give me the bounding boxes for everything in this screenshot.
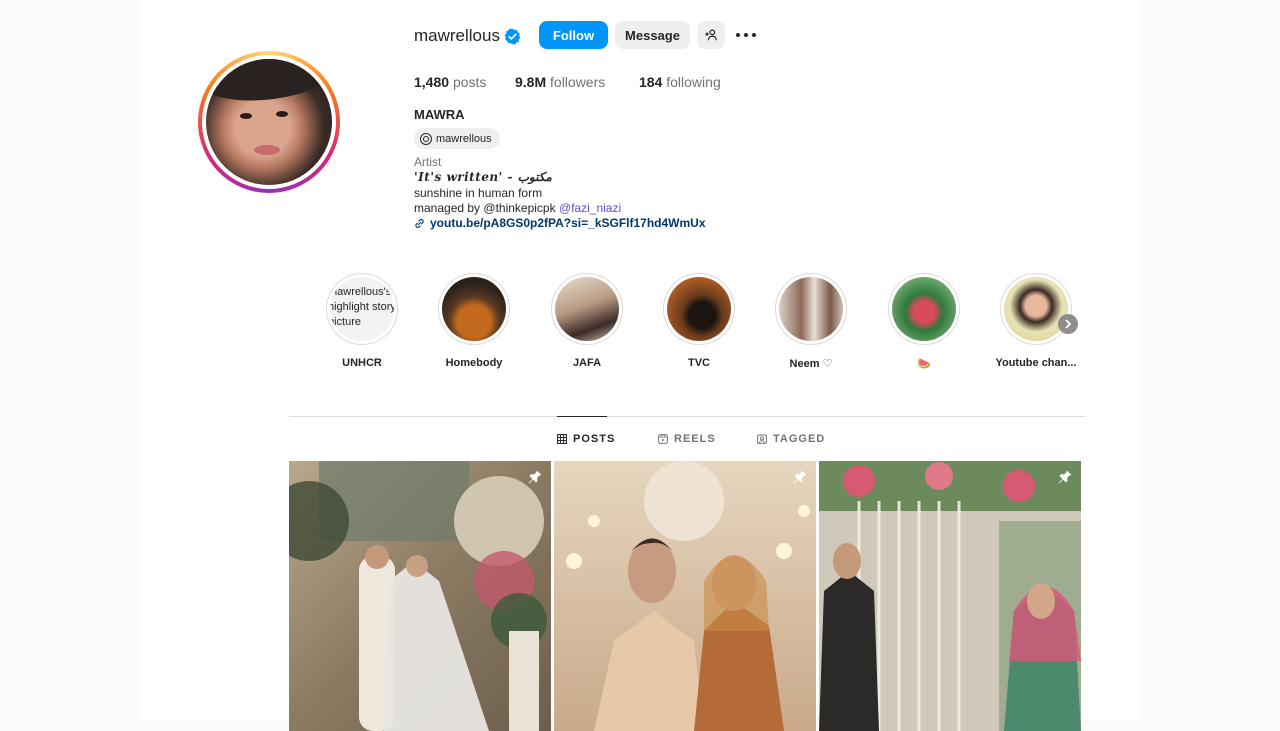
profile-username: mawrellous bbox=[414, 26, 500, 45]
tab-posts[interactable]: POSTS bbox=[557, 433, 615, 445]
add-user-icon bbox=[705, 29, 717, 41]
verified-icon bbox=[504, 28, 521, 45]
highlight-jafa[interactable]: JAFA bbox=[549, 273, 625, 369]
chevron-right-icon bbox=[1065, 319, 1072, 329]
bio-line-2: sunshine in human form bbox=[414, 186, 543, 200]
profile-category: Artist bbox=[414, 155, 442, 169]
profile-avatar[interactable] bbox=[198, 51, 340, 193]
tab-reels[interactable]: REELS bbox=[658, 433, 716, 445]
grid-icon bbox=[557, 434, 567, 444]
tab-tagged[interactable]: TAGGED bbox=[757, 433, 825, 445]
post-tile[interactable] bbox=[819, 461, 1081, 731]
highlight-tvc[interactable]: TVC bbox=[661, 273, 737, 369]
pin-icon bbox=[1058, 470, 1072, 484]
highlight-unhcr[interactable]: mawrellous's highlight story picture UNH… bbox=[324, 273, 400, 369]
tabs-divider bbox=[289, 416, 1085, 417]
pin-icon bbox=[528, 470, 542, 484]
reels-icon bbox=[658, 434, 668, 444]
following-link[interactable]: 184 following bbox=[639, 74, 721, 90]
avatar-photo bbox=[206, 59, 332, 185]
pin-icon bbox=[793, 470, 807, 484]
more-options-icon[interactable] bbox=[736, 26, 756, 44]
post-image bbox=[819, 461, 1081, 731]
tagged-icon bbox=[757, 434, 767, 444]
highlights-next-button[interactable] bbox=[1058, 314, 1078, 334]
suggested-users-button[interactable] bbox=[697, 21, 725, 49]
bio-line-3: managed by @thinkepicpk @fazi_niazi bbox=[414, 201, 622, 215]
highlight-thumb-text: mawrellous's highlight story picture bbox=[330, 286, 394, 328]
post-image bbox=[289, 461, 551, 731]
link-icon bbox=[415, 218, 424, 228]
profile-fullname: MAWRA bbox=[414, 107, 465, 122]
bio-line-1: 'It's written' - مکتوب bbox=[414, 170, 552, 184]
active-tab-indicator bbox=[557, 416, 607, 417]
threads-handle: mawrellous bbox=[436, 132, 492, 145]
highlight-homebody[interactable]: Homebody bbox=[436, 273, 512, 369]
highlight-watermelon[interactable]: 🍉 bbox=[886, 273, 962, 370]
bio-link[interactable]: youtu.be/pA8GS0p2fPA?si=_kSGFlf17hd4WmUx bbox=[414, 216, 706, 230]
posts-count: 1,480 posts bbox=[414, 74, 487, 90]
highlight-neem[interactable]: Neem ♡ bbox=[773, 273, 849, 370]
message-button[interactable]: Message bbox=[615, 21, 690, 49]
threads-icon bbox=[420, 132, 432, 145]
mention-link[interactable]: @fazi_niazi bbox=[559, 201, 621, 215]
post-tile[interactable] bbox=[554, 461, 816, 731]
follow-button[interactable]: Follow bbox=[539, 21, 608, 49]
threads-badge[interactable]: mawrellous bbox=[414, 128, 500, 149]
post-tile[interactable] bbox=[289, 461, 551, 731]
post-image bbox=[554, 461, 816, 731]
followers-link[interactable]: 9.8M followers bbox=[515, 74, 605, 90]
